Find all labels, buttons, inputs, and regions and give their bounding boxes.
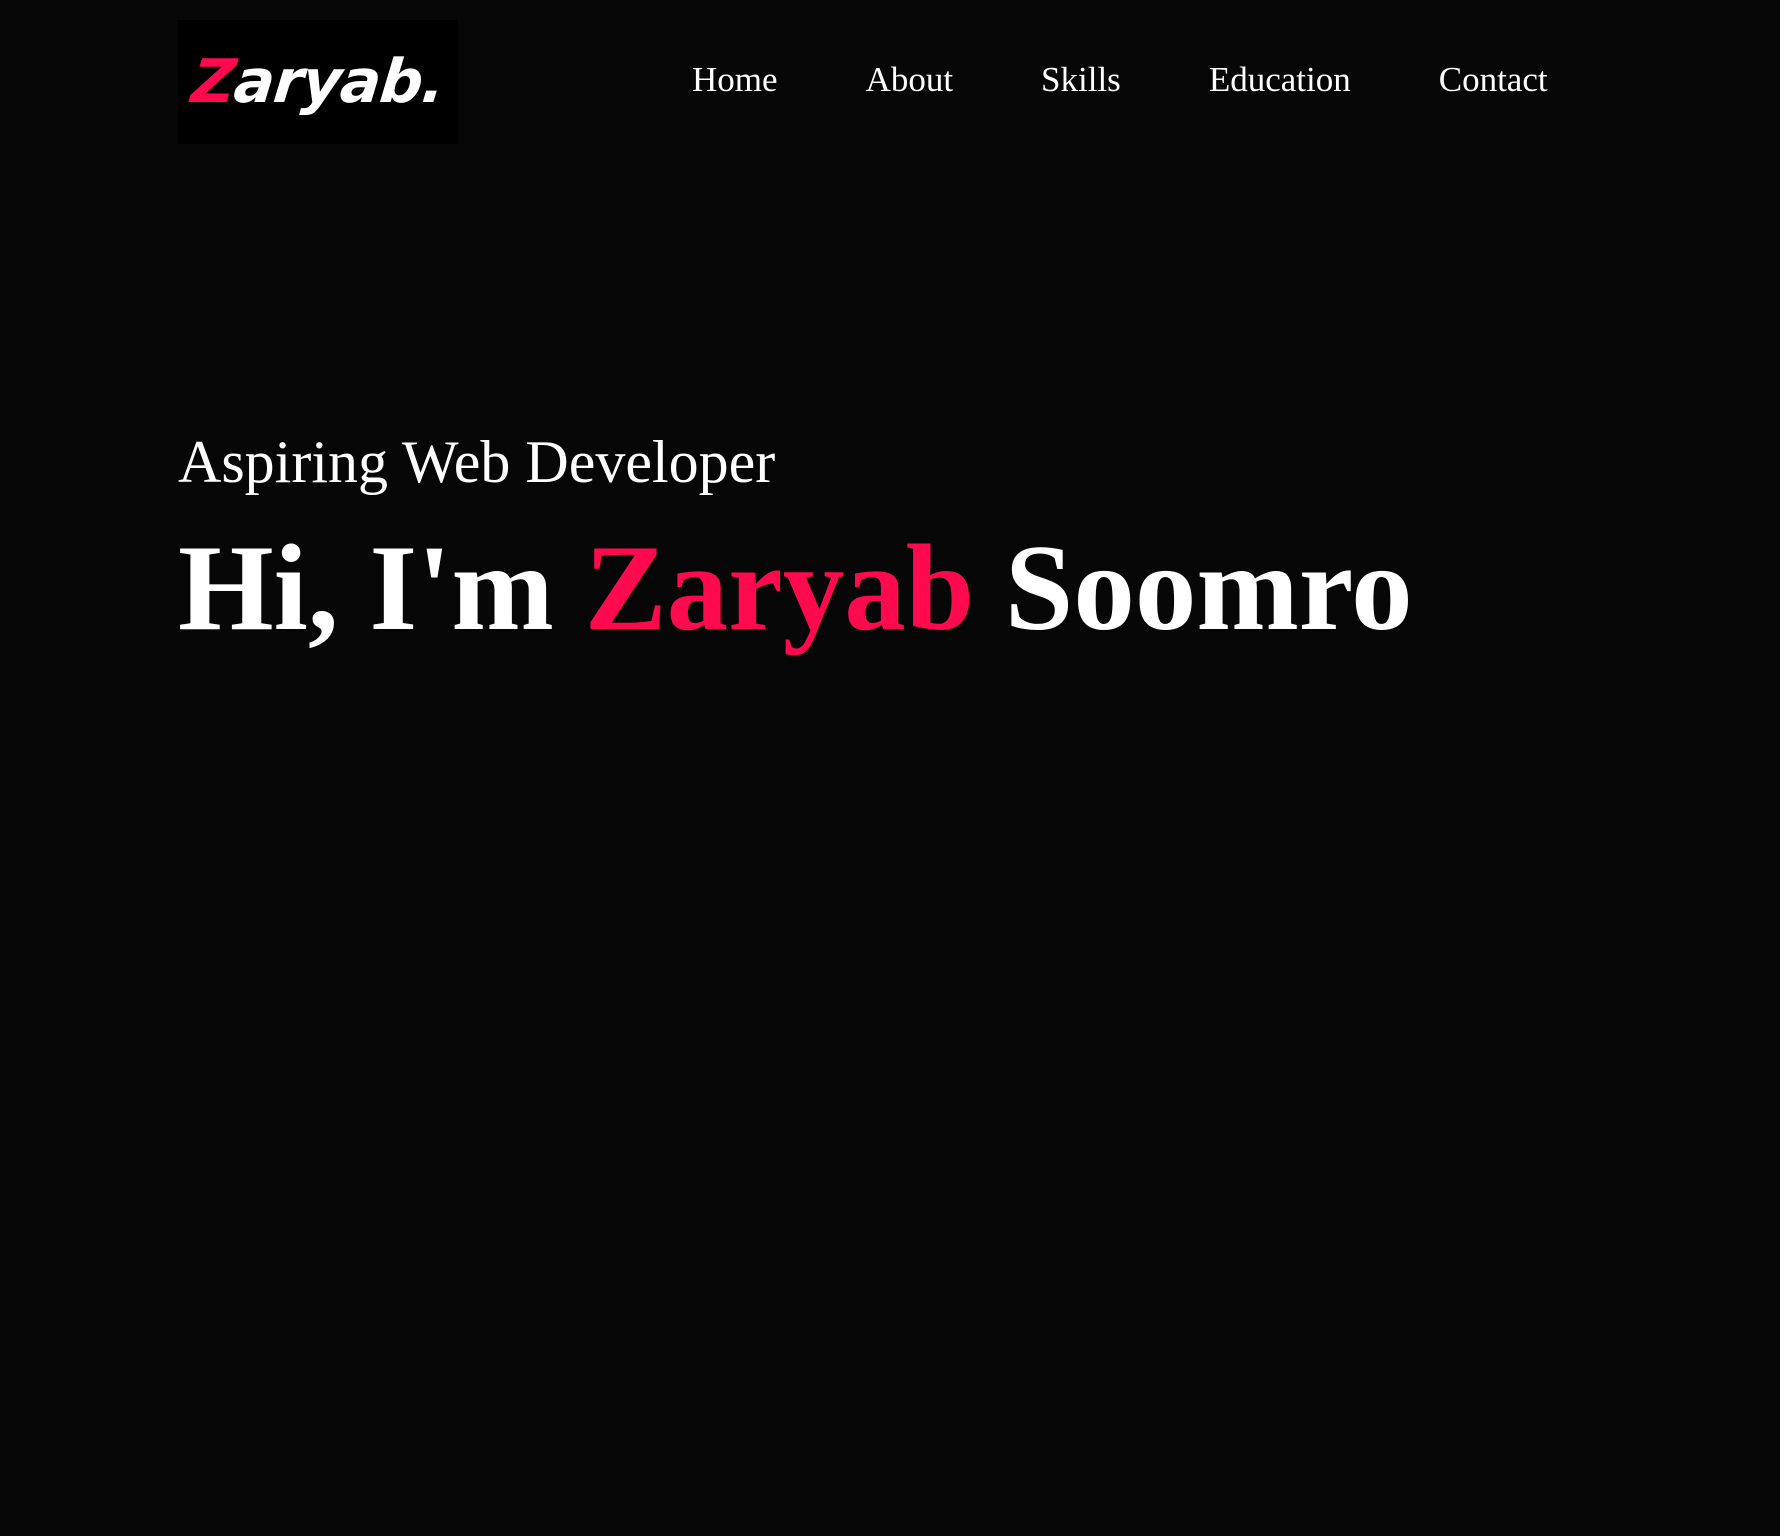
hero-first-name: Zaryab [584,519,975,656]
nav-about[interactable]: About [866,60,954,100]
nav-skills[interactable]: Skills [1041,60,1121,100]
nav-education[interactable]: Education [1209,60,1351,100]
nav-contact[interactable]: Contact [1439,60,1548,100]
logo-rest: aryab. [230,47,448,117]
logo-wordmark: Zaryab. [188,47,447,117]
main-nav: Home About Skills Education Contact [692,60,1548,100]
hero-section: Aspiring Web Developer Hi, I'm Zaryab So… [178,424,1413,658]
hero-title: Hi, I'm Zaryab Soomro [178,518,1413,658]
nav-home[interactable]: Home [692,60,778,100]
site-header: Zaryab. Home About Skills Education Cont… [0,0,1780,165]
logo-first-letter: Z [188,47,239,117]
hero-last-name: Soomro [1004,519,1413,656]
hero-greeting: Hi, I'm [178,519,554,656]
logo-link[interactable]: Zaryab. [178,20,458,144]
hero-subtitle: Aspiring Web Developer [178,429,776,495]
